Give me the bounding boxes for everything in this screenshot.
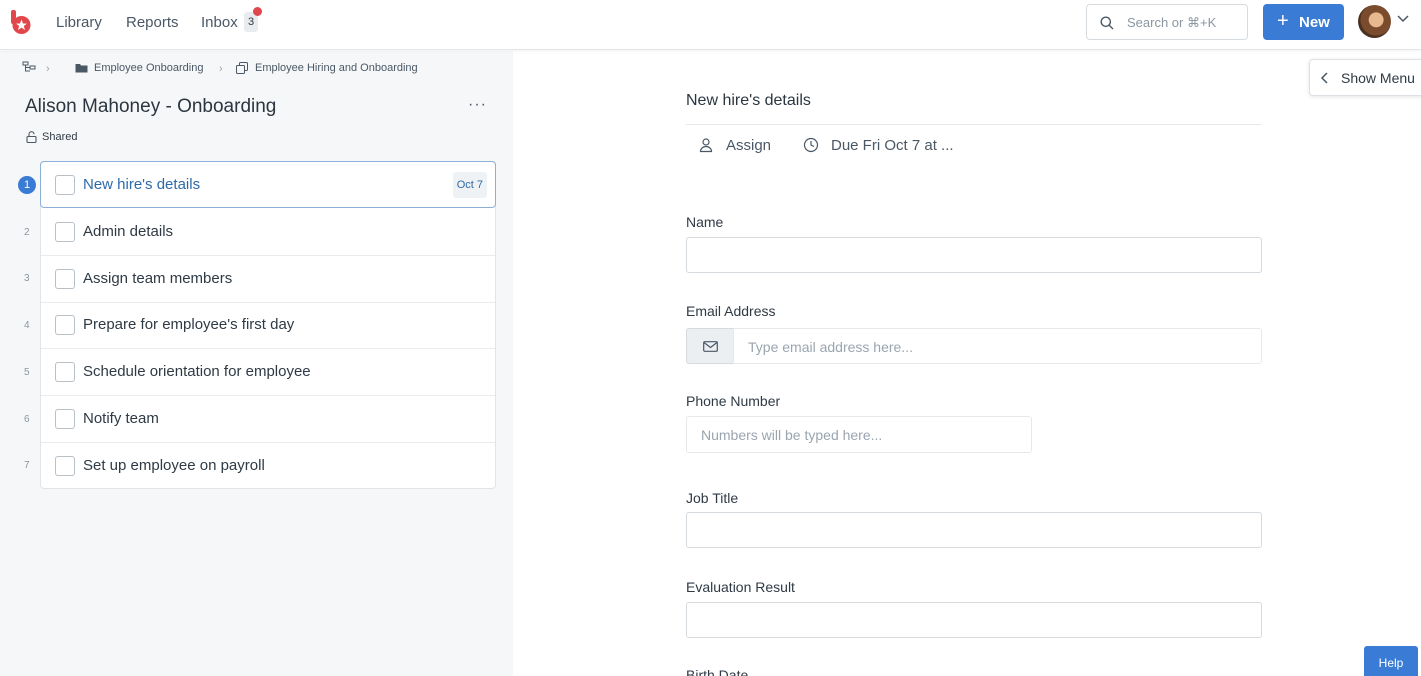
- task-checkbox[interactable]: [55, 175, 75, 195]
- breadcrumb-folder[interactable]: Employee Onboarding: [94, 62, 203, 74]
- job-title-label: Job Title: [686, 490, 739, 506]
- page-title[interactable]: Alison Mahoney - Onboarding: [25, 96, 276, 118]
- task-list: New hire's details Oct 7 Admin details A…: [40, 161, 496, 489]
- new-button-label: New: [1299, 14, 1330, 31]
- task-item-prepare-first-day[interactable]: Prepare for employee's first day: [41, 302, 495, 349]
- envelope-icon: [703, 341, 718, 352]
- assign-button[interactable]: Assign: [726, 137, 771, 154]
- task-item-payroll[interactable]: Set up employee on payroll: [41, 443, 495, 490]
- nav-reports[interactable]: Reports: [126, 14, 179, 31]
- task-checkbox[interactable]: [55, 315, 75, 335]
- unlock-icon: [26, 131, 37, 143]
- search-input[interactable]: Search or ⌘+K: [1086, 4, 1248, 40]
- task-checkbox[interactable]: [55, 456, 75, 476]
- plus-icon: +: [1277, 10, 1289, 32]
- job-title-field[interactable]: [686, 512, 1262, 548]
- notification-dot: [253, 7, 262, 16]
- evaluation-result-field[interactable]: [686, 602, 1262, 638]
- task-name: Prepare for employee's first day: [83, 316, 295, 333]
- name-label: Name: [686, 214, 724, 230]
- nav-inbox[interactable]: Inbox: [201, 14, 238, 31]
- email-placeholder: Type email address here...: [748, 339, 913, 355]
- folder-icon: [75, 64, 88, 73]
- task-name: New hire's details: [83, 176, 201, 193]
- chevron-down-icon[interactable]: [1396, 14, 1410, 24]
- email-prefix: [686, 328, 734, 364]
- phone-label: Phone Number: [686, 393, 781, 409]
- phone-placeholder: Numbers will be typed here...: [701, 427, 883, 443]
- breadcrumb-workflow[interactable]: Employee Hiring and Onboarding: [255, 62, 418, 74]
- name-field[interactable]: [686, 237, 1262, 273]
- task-item-assign-team-members[interactable]: Assign team members: [41, 256, 495, 303]
- task-due-badge: Oct 7: [452, 172, 487, 198]
- task-name: Notify team: [83, 410, 159, 427]
- task-name: Set up employee on payroll: [83, 457, 265, 474]
- help-button[interactable]: Help: [1364, 646, 1418, 676]
- show-menu-label: Show Menu: [1341, 70, 1415, 86]
- task-name: Admin details: [83, 223, 174, 240]
- due-date-button[interactable]: Due Fri Oct 7 at ...: [831, 137, 954, 154]
- shared-status[interactable]: Shared: [42, 131, 77, 143]
- chevron-left-icon: [1320, 72, 1328, 84]
- task-name: Assign team members: [83, 270, 233, 287]
- task-item-notify-team[interactable]: Notify team: [41, 396, 495, 443]
- evaluation-result-label: Evaluation Result: [686, 579, 795, 595]
- workflow-copy-icon: [236, 62, 248, 74]
- search-placeholder: Search or ⌘+K: [1127, 15, 1217, 30]
- top-bar: Library Reports Inbox 3 Search or ⌘+K + …: [0, 0, 1421, 50]
- task-checkbox[interactable]: [55, 269, 75, 289]
- task-checkbox[interactable]: [55, 362, 75, 382]
- email-label: Email Address: [686, 303, 776, 319]
- new-button[interactable]: + New: [1263, 4, 1344, 40]
- task-number-active: 1: [18, 176, 36, 194]
- task-name: Schedule orientation for employee: [83, 363, 311, 380]
- user-icon: [699, 138, 713, 153]
- clock-icon: [803, 137, 819, 153]
- task-checkbox[interactable]: [55, 409, 75, 429]
- hierarchy-icon[interactable]: [22, 61, 36, 73]
- task-item-new-hire-details[interactable]: New hire's details Oct 7: [40, 161, 496, 208]
- show-menu-button[interactable]: Show Menu: [1309, 59, 1421, 96]
- task-item-schedule-orientation[interactable]: Schedule orientation for employee: [41, 349, 495, 396]
- app-logo-icon[interactable]: [10, 10, 32, 34]
- email-field[interactable]: Type email address here...: [733, 328, 1262, 364]
- birth-date-label: Birth Date: [686, 667, 749, 676]
- more-options-icon[interactable]: ···: [468, 96, 487, 114]
- nav-library[interactable]: Library: [56, 14, 102, 31]
- breadcrumb-separator-icon: ›: [219, 63, 223, 75]
- divider: [686, 124, 1262, 125]
- task-checkbox[interactable]: [55, 222, 75, 242]
- phone-field[interactable]: Numbers will be typed here...: [686, 416, 1032, 453]
- task-item-admin-details[interactable]: Admin details: [41, 209, 495, 256]
- search-icon: [1100, 16, 1114, 30]
- avatar[interactable]: [1358, 5, 1391, 38]
- task-form-title[interactable]: New hire's details: [686, 92, 811, 110]
- breadcrumb-separator-icon: ›: [46, 63, 50, 75]
